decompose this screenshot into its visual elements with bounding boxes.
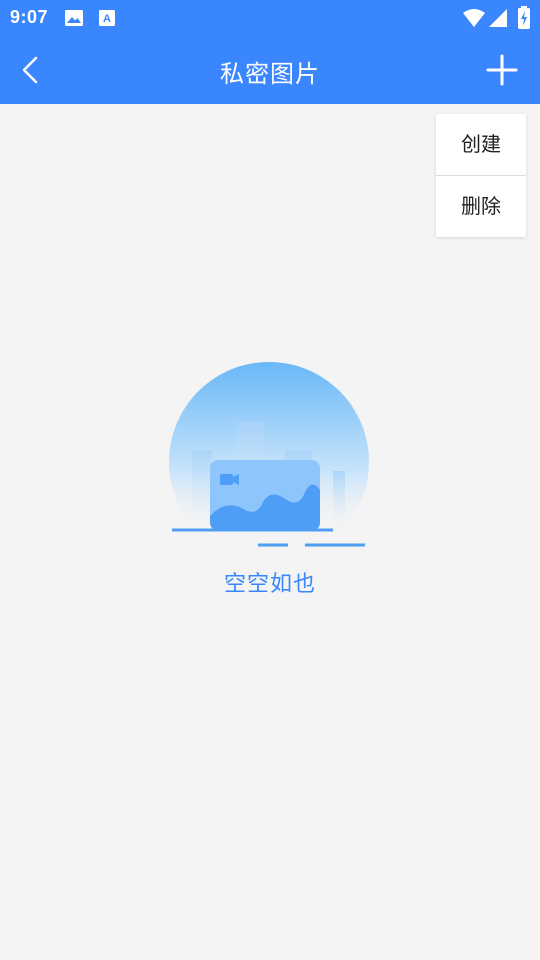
- battery-charging-icon: [517, 6, 531, 34]
- wifi-icon: [462, 8, 486, 32]
- empty-state-text: 空空如也: [223, 572, 316, 597]
- empty-gallery-illustration: [165, 358, 375, 562]
- menu-item-create[interactable]: 创建: [436, 114, 526, 175]
- image-icon: [64, 9, 84, 31]
- popup-menu: 创建 删除: [436, 114, 526, 237]
- page-title: 私密图片: [220, 60, 320, 88]
- status-time: 9:07: [10, 7, 49, 27]
- app-bar: 私密图片: [0, 36, 540, 104]
- plus-icon: [482, 54, 522, 94]
- status-bar: 9:07 A: [0, 0, 540, 36]
- signal-icon: [488, 8, 508, 32]
- add-button[interactable]: [482, 50, 522, 90]
- keyboard-a-icon: A: [98, 9, 116, 31]
- menu-item-delete[interactable]: 删除: [436, 176, 526, 237]
- svg-text:A: A: [103, 13, 111, 25]
